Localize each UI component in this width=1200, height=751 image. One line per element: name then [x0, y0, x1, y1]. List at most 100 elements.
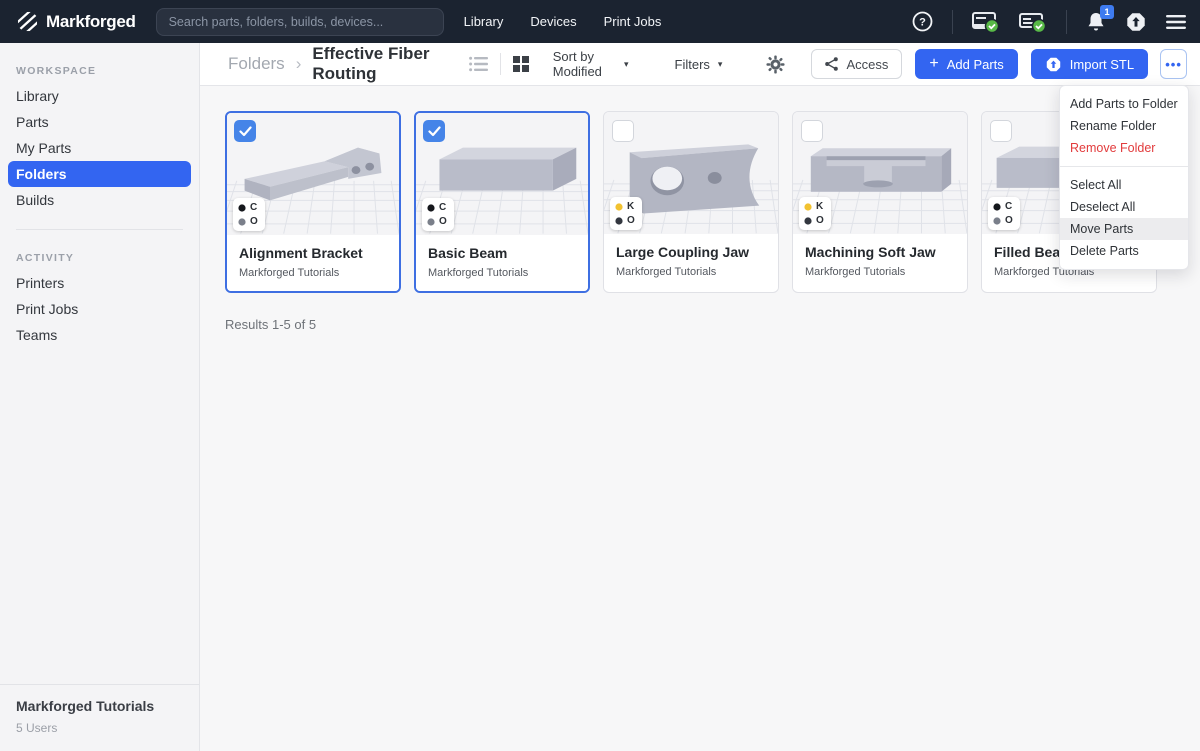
material-badge: C O — [422, 198, 454, 231]
sidebar-item-folders[interactable]: Folders — [8, 161, 191, 187]
sidebar-item-teams[interactable]: Teams — [8, 322, 191, 348]
part-folder-name: Markforged Tutorials — [428, 267, 576, 279]
material-badge: K O — [610, 197, 642, 230]
material-dot — [427, 204, 435, 212]
part-name: Machining Soft Jaw — [805, 244, 955, 260]
grid-view-icon[interactable] — [513, 56, 529, 72]
more-actions-button[interactable]: ••• — [1160, 49, 1187, 79]
chevron-down-icon: ▾ — [624, 59, 629, 70]
breadcrumb-folders[interactable]: Folders — [228, 54, 285, 74]
part-thumbnail: K O — [604, 112, 778, 234]
filters-dropdown[interactable]: Filters ▾ — [675, 57, 723, 72]
access-button[interactable]: Access — [811, 49, 902, 79]
sidebar: WORKSPACE Library Parts My Parts Folders… — [0, 43, 200, 751]
part-thumbnail: C O — [416, 113, 588, 235]
search-input[interactable] — [156, 8, 444, 36]
part-card-machining-soft-jaw[interactable]: K O Machining Soft Jaw Markforged Tutori… — [792, 111, 968, 293]
menu-item-rename-folder[interactable]: Rename Folder — [1060, 115, 1188, 137]
import-hexagon-icon — [1045, 56, 1062, 73]
material-label: C — [250, 202, 257, 213]
sidebar-heading-activity: ACTIVITY — [16, 252, 183, 264]
share-icon — [825, 57, 838, 71]
workspace-user-count: 5 Users — [16, 721, 183, 735]
material-dot — [427, 218, 435, 226]
workspace-name[interactable]: Markforged Tutorials — [16, 698, 183, 714]
part-checkbox[interactable] — [234, 120, 256, 142]
part-card-alignment-bracket[interactable]: C O Alignment Bracket Markforged Tutoria… — [225, 111, 401, 293]
material-dot — [804, 203, 812, 211]
material-label: C — [1005, 201, 1012, 212]
menu-item-add-parts-to-folder[interactable]: Add Parts to Folder — [1060, 93, 1188, 115]
list-view-icon[interactable] — [469, 56, 488, 72]
nav-link-library[interactable]: Library — [464, 14, 504, 29]
menu-item-select-all[interactable]: Select All — [1060, 174, 1188, 196]
navbar-right-icons: ? — [912, 10, 1186, 34]
printer-status-icon-1[interactable] — [972, 10, 1000, 34]
part-card-basic-beam[interactable]: C O Basic Beam Markforged Tutorials — [414, 111, 590, 293]
printer-status-icon-2[interactable] — [1019, 10, 1047, 34]
sidebar-item-builds[interactable]: Builds — [8, 187, 191, 213]
menu-item-move-parts[interactable]: Move Parts — [1060, 218, 1188, 240]
top-navbar: Markforged Library Devices Print Jobs ? — [0, 0, 1200, 43]
sidebar-item-library[interactable]: Library — [8, 83, 191, 109]
help-icon[interactable]: ? — [912, 11, 933, 32]
menu-item-deselect-all[interactable]: Deselect All — [1060, 196, 1188, 218]
add-parts-button[interactable]: + Add Parts — [915, 49, 1017, 79]
material-label: K — [627, 201, 634, 212]
results-count: Results 1-5 of 5 — [225, 317, 1200, 332]
sidebar-item-print-jobs[interactable]: Print Jobs — [8, 296, 191, 322]
chevron-down-icon: ▾ — [718, 59, 723, 70]
menu-item-delete-parts[interactable]: Delete Parts — [1060, 240, 1188, 262]
material-dot — [615, 203, 623, 211]
material-label: O — [816, 215, 824, 226]
parts-grid: C O Alignment Bracket Markforged Tutoria… — [225, 111, 1200, 293]
part-thumbnail: C O — [227, 113, 399, 235]
menu-item-remove-folder[interactable]: Remove Folder — [1060, 137, 1188, 159]
material-row: O — [993, 215, 1013, 226]
material-dot — [993, 203, 1001, 211]
sidebar-item-printers[interactable]: Printers — [8, 270, 191, 296]
material-row: O — [427, 216, 447, 227]
breadcrumb-current-folder: Effective Fiber Routing — [312, 44, 444, 84]
part-checkbox[interactable] — [423, 120, 445, 142]
material-label: O — [1005, 215, 1013, 226]
sidebar-heading-workspace: WORKSPACE — [16, 65, 183, 77]
plus-icon: + — [929, 55, 938, 73]
part-card-large-coupling-jaw[interactable]: K O Large Coupling Jaw Markforged Tutori… — [603, 111, 779, 293]
import-stl-button[interactable]: Import STL — [1031, 49, 1148, 79]
part-card-info: Alignment Bracket Markforged Tutorials — [227, 235, 399, 291]
access-label: Access — [846, 57, 888, 72]
markforged-logo[interactable]: Markforged — [16, 10, 136, 33]
sort-dropdown[interactable]: Sort by Modified ▾ — [553, 49, 629, 79]
part-folder-name: Markforged Tutorials — [616, 266, 766, 278]
hamburger-menu-icon[interactable] — [1166, 14, 1186, 30]
global-search — [156, 8, 444, 36]
primary-nav: Library Devices Print Jobs — [464, 14, 662, 29]
material-dot — [993, 217, 1001, 225]
part-checkbox[interactable] — [801, 120, 823, 142]
nav-link-devices[interactable]: Devices — [530, 14, 576, 29]
material-row: O — [238, 216, 258, 227]
nav-divider — [1066, 10, 1067, 34]
material-row: O — [804, 215, 824, 226]
material-row: C — [238, 202, 258, 213]
material-row: K — [615, 201, 635, 212]
notifications-bell-icon[interactable]: 1 — [1086, 11, 1106, 32]
material-badge: K O — [799, 197, 831, 230]
updates-hexagon-icon[interactable] — [1125, 11, 1147, 33]
part-card-info: Basic Beam Markforged Tutorials — [416, 235, 588, 291]
folder-toolbar: Folders › Effective Fiber Routing — [200, 43, 1200, 86]
settings-gear-icon[interactable] — [766, 55, 785, 74]
nav-link-print-jobs[interactable]: Print Jobs — [604, 14, 662, 29]
check-icon — [428, 126, 441, 137]
import-stl-label: Import STL — [1070, 57, 1134, 72]
part-checkbox[interactable] — [612, 120, 634, 142]
material-dot — [615, 217, 623, 225]
part-checkbox[interactable] — [990, 120, 1012, 142]
sidebar-item-parts[interactable]: Parts — [8, 109, 191, 135]
sidebar-item-my-parts[interactable]: My Parts — [8, 135, 191, 161]
part-thumbnail: K O — [793, 112, 967, 234]
material-badge: C O — [233, 198, 265, 231]
main-panel: Folders › Effective Fiber Routing — [200, 43, 1200, 751]
material-label: O — [439, 216, 447, 227]
